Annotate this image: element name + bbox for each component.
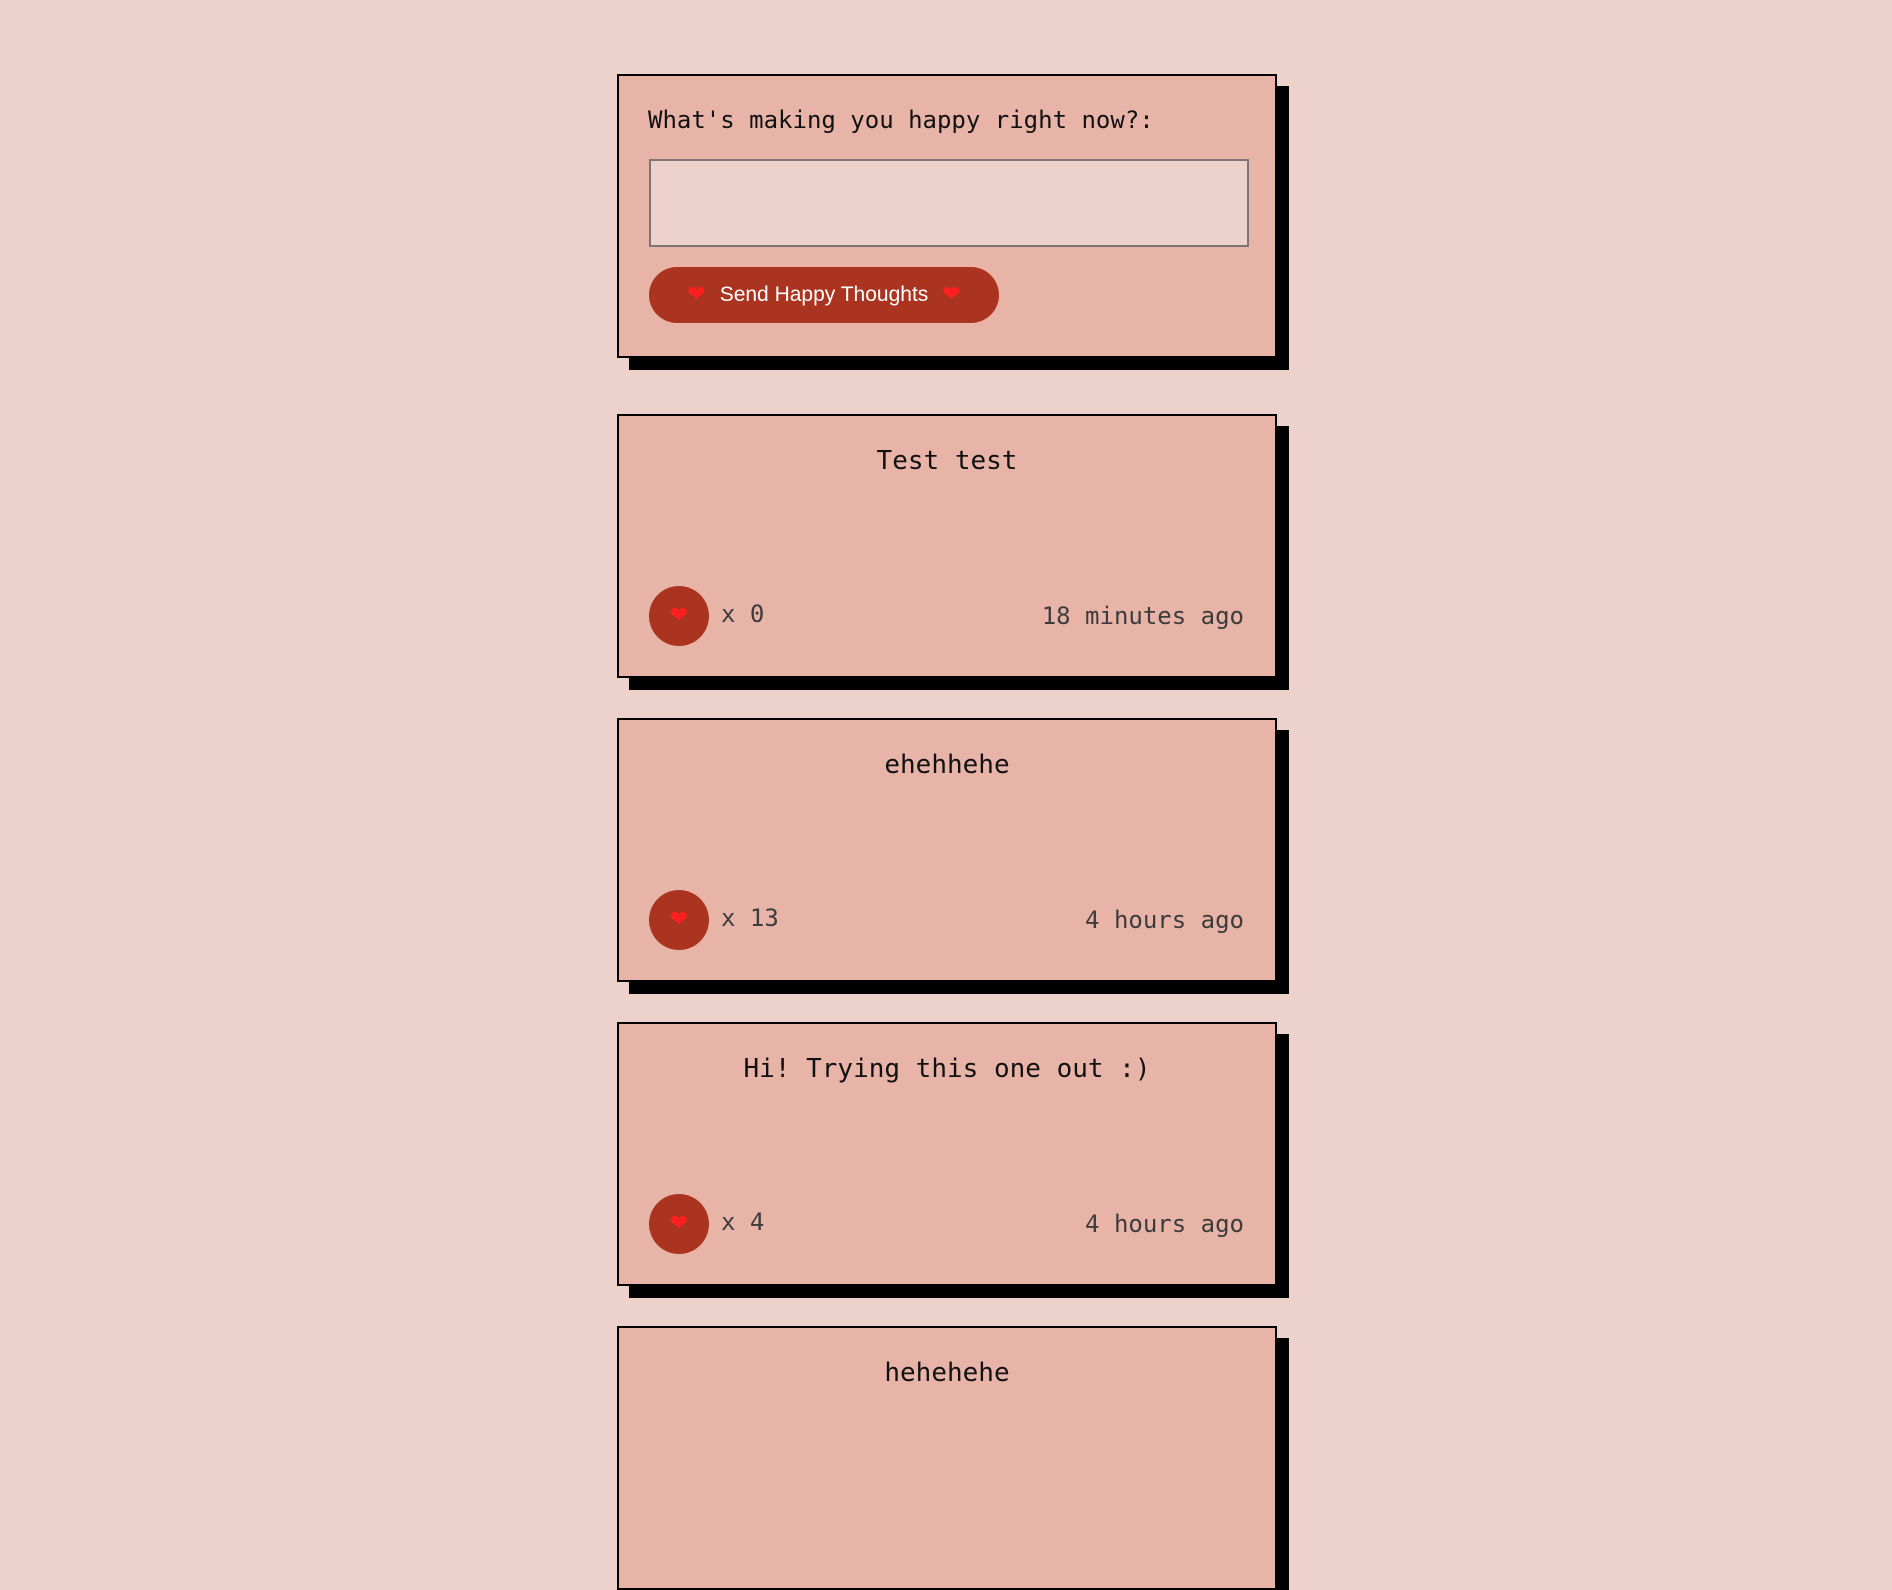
thought-message: ehehhehe	[884, 750, 1010, 780]
heart-icon: ❤	[669, 907, 689, 932]
send-happy-thoughts-button[interactable]: ❤ Send Happy Thoughts ❤	[649, 267, 999, 323]
thought-message: hehehehe	[884, 1358, 1010, 1388]
thought-message: Hi! Trying this one out :)	[743, 1054, 1151, 1084]
heart-icon: ❤	[669, 603, 689, 628]
thought-message: Test test	[876, 446, 1018, 476]
heart-icon: ❤	[669, 1211, 689, 1236]
thought-card: ehehhehe ❤ x 13 4 hours ago	[617, 718, 1277, 982]
like-button[interactable]: ❤	[649, 890, 709, 950]
send-button-label: Send Happy Thoughts	[719, 283, 929, 306]
thought-card: Test test ❤ x 0 18 minutes ago	[617, 414, 1277, 678]
form-label: What's making you happy right now?:	[648, 106, 1154, 134]
thought-card: Hi! Trying this one out :) ❤ x 4 4 hours…	[617, 1022, 1277, 1286]
like-button[interactable]: ❤	[649, 1194, 709, 1254]
thought-card: hehehehe	[617, 1326, 1277, 1590]
like-count: x 0	[721, 600, 765, 628]
thought-timestamp: 4 hours ago	[1085, 906, 1244, 934]
like-count: x 4	[721, 1208, 765, 1236]
thought-timestamp: 18 minutes ago	[1041, 602, 1244, 630]
thought-input[interactable]	[649, 159, 1249, 247]
like-count: x 13	[721, 904, 779, 932]
like-button[interactable]: ❤	[649, 586, 709, 646]
heart-icon: ❤	[942, 282, 961, 307]
thought-timestamp: 4 hours ago	[1085, 1210, 1244, 1238]
new-thought-form: What's making you happy right now?: ❤ Se…	[617, 74, 1277, 358]
heart-icon: ❤	[687, 282, 706, 307]
